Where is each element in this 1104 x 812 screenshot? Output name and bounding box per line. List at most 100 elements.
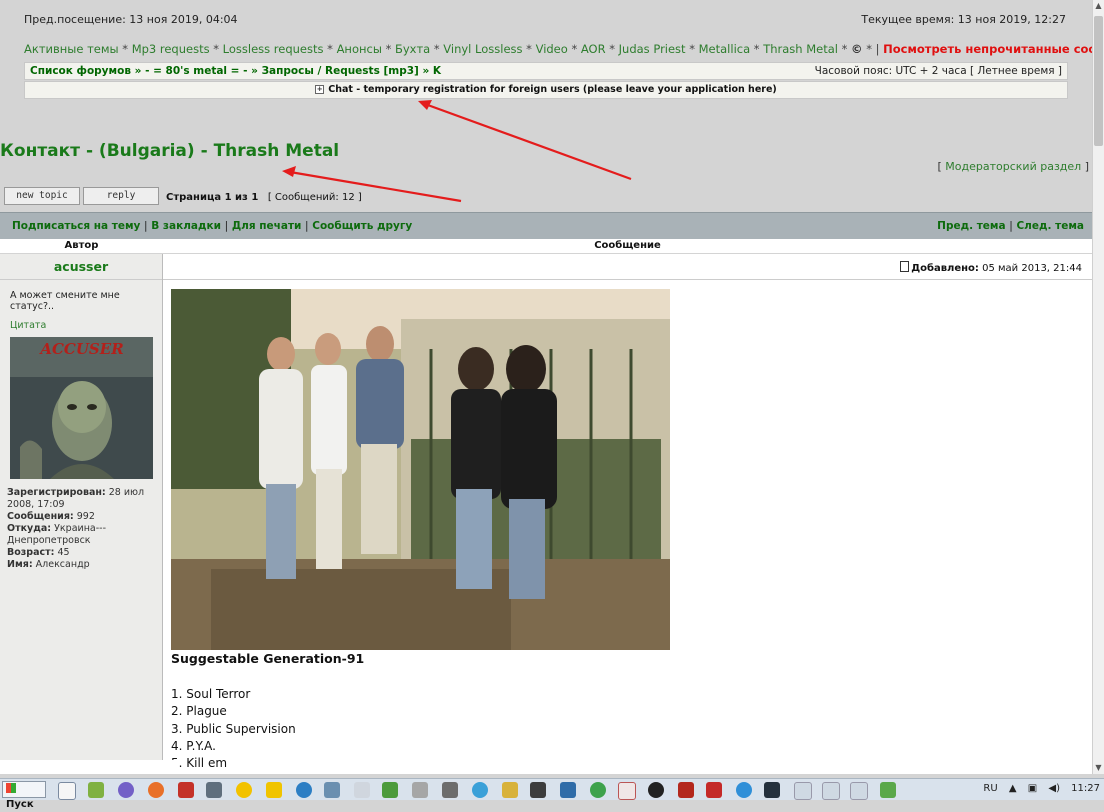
message-column-header: Сообщение	[594, 240, 661, 251]
app-icon[interactable]	[880, 782, 896, 798]
app-icon[interactable]	[590, 782, 606, 798]
nav-link-bay[interactable]: Бухта	[395, 42, 430, 56]
next-topic-link[interactable]: След. тема	[1016, 220, 1084, 232]
tracklist: 1. Soul Terror 2. Plague 3. Public Super…	[171, 686, 296, 772]
app-icon[interactable]	[296, 782, 312, 798]
last-visit: Пред.посещение: 13 ноя 2019, 04:04	[24, 13, 238, 26]
scroll-up-arrow-icon[interactable]: ▲	[1093, 0, 1104, 12]
app-icon[interactable]	[678, 782, 694, 798]
visit-info-row: Пред.посещение: 13 ноя 2019, 04:04 Текущ…	[24, 13, 1066, 26]
nav-link-announces[interactable]: Анонсы	[337, 42, 382, 56]
window-icon[interactable]	[850, 782, 868, 800]
topic-title[interactable]: Контакт - (Bulgaria) - Thrash Metal	[0, 141, 339, 161]
nav-link-judas-priest[interactable]: Judas Priest	[619, 42, 686, 56]
bookmark-link[interactable]: В закладки	[151, 220, 221, 232]
nav-link-lossless[interactable]: Lossless requests	[223, 42, 324, 56]
subscribe-link[interactable]: Подписаться на тему	[12, 220, 140, 232]
app-icon[interactable]	[266, 782, 282, 798]
nav-link-thrash[interactable]: Thrash Metal	[763, 42, 838, 56]
chrome-icon[interactable]	[58, 782, 76, 800]
start-button[interactable]: Пуск	[2, 781, 46, 810]
band-photo	[171, 289, 670, 650]
message-count: [ Сообщений: 12 ]	[267, 192, 362, 203]
app-icon[interactable]	[88, 782, 104, 798]
avatar-band-logo: ACCUSER	[38, 340, 123, 358]
app-icon[interactable]	[764, 782, 780, 798]
network-icon[interactable]: ▣	[1028, 783, 1037, 794]
system-tray: RU ▲ ▣ ◀) 11:27	[975, 783, 1100, 794]
app-icon[interactable]	[324, 782, 340, 798]
volume-icon[interactable]: ◀)	[1048, 783, 1060, 794]
tell-friend-link[interactable]: Сообщить другу	[312, 220, 412, 232]
language-indicator[interactable]: RU	[983, 783, 997, 794]
windows-flag-icon	[6, 783, 16, 793]
app-icon[interactable]	[560, 782, 576, 798]
list-item: 1. Soul Terror	[171, 687, 251, 701]
app-icon[interactable]	[472, 782, 488, 798]
profile-registered: Зарегистрирован: 28 июл 2008, 17:09	[7, 487, 145, 510]
app-icon[interactable]	[236, 782, 252, 798]
profile-from: Откуда: Украина---Днепропетровск	[7, 523, 107, 546]
nav-link-aor[interactable]: AOR	[581, 42, 606, 56]
nav-link-active[interactable]: Активные темы	[24, 42, 119, 56]
expand-plus-icon[interactable]: +	[315, 85, 325, 94]
eye-icon[interactable]	[648, 782, 664, 798]
viber-icon[interactable]	[118, 782, 134, 798]
list-item: 5. Kill em	[171, 756, 228, 771]
clock[interactable]: 11:27	[1071, 783, 1100, 794]
post-author-name[interactable]: acusser	[0, 254, 162, 280]
breadcrumb[interactable]: Список форумов » - = 80's metal = - » За…	[30, 65, 441, 77]
app-icon[interactable]	[412, 782, 428, 798]
profile-name: Имя: Александр	[7, 559, 90, 570]
app-icon[interactable]	[442, 782, 458, 798]
reply-button[interactable]: reply	[83, 187, 159, 205]
nav-link-metallica[interactable]: Metallica	[699, 42, 751, 56]
opera-icon[interactable]	[178, 782, 194, 798]
topic-actions-right: Пред. тема | След. тема	[937, 220, 1084, 232]
filezilla-icon[interactable]	[706, 782, 722, 798]
nav-link-vinyl[interactable]: Vinyl Lossless	[443, 42, 522, 56]
avatar[interactable]: ACCUSER	[10, 337, 153, 479]
quote-link[interactable]: Цитата	[10, 320, 46, 331]
chat-notice-bar[interactable]: + Chat - temporary registration for forei…	[24, 81, 1068, 99]
window-icon[interactable]	[822, 782, 840, 800]
app-icon[interactable]	[354, 782, 370, 798]
moderator-section: [ Модераторский раздел ]	[937, 160, 1090, 173]
app-icon[interactable]	[530, 782, 546, 798]
window-icon[interactable]	[794, 782, 812, 800]
pagination-info: Страница 1 из 1 [ Сообщений: 12 ]	[166, 192, 362, 203]
print-link[interactable]: Для печати	[232, 220, 302, 232]
scroll-thumb[interactable]	[1094, 16, 1103, 146]
vertical-scrollbar[interactable]: ▲ ▼	[1092, 0, 1104, 774]
profile-age: Возраст: 45	[7, 547, 70, 558]
post-link-icon[interactable]	[900, 261, 910, 272]
moderator-section-link[interactable]: Модераторский раздел	[945, 160, 1081, 173]
new-topic-button[interactable]: new topic	[4, 187, 80, 205]
taskbar: Пуск RU ▲ ▣ ◀) 11:27	[0, 778, 1104, 810]
topic-action-bar: Подписаться на тему | В закладки | Для п…	[0, 212, 1092, 239]
arrow-to-chat	[418, 100, 632, 181]
app-icon[interactable]	[206, 782, 222, 798]
current-time: Текущее время: 13 ноя 2019, 12:27	[861, 13, 1066, 26]
nav-link-mp3[interactable]: Mp3 requests	[132, 42, 210, 56]
app-icon[interactable]	[382, 782, 398, 798]
chat-notice-text[interactable]: Chat - temporary registration for foreig…	[328, 84, 777, 95]
list-item: 3. Public Supervision	[171, 721, 296, 736]
scroll-down-arrow-icon[interactable]: ▼	[1093, 762, 1104, 774]
tray-arrow-icon[interactable]: ▲	[1009, 783, 1017, 794]
overlay-patch	[0, 760, 178, 774]
author-column-header: Автор	[64, 240, 99, 251]
app-icon[interactable]	[502, 782, 518, 798]
app-icon[interactable]	[618, 782, 636, 800]
list-item: 2. Plague	[171, 704, 227, 719]
nav-link-video[interactable]: Video	[536, 42, 568, 56]
skype-icon[interactable]	[736, 782, 752, 798]
post-heading: Suggestable Generation-91	[171, 651, 365, 666]
avatar-image: ACCUSER	[10, 337, 153, 479]
firefox-icon[interactable]	[148, 782, 164, 798]
unread-messages-link[interactable]: Посмотреть непрочитанные сообщения	[883, 42, 1092, 56]
prev-topic-link[interactable]: Пред. тема	[937, 220, 1005, 232]
band-photo-image	[171, 289, 670, 650]
profile-posts: Сообщения: 992	[7, 511, 95, 522]
author-status: А может смените мне статус?..	[10, 290, 120, 312]
